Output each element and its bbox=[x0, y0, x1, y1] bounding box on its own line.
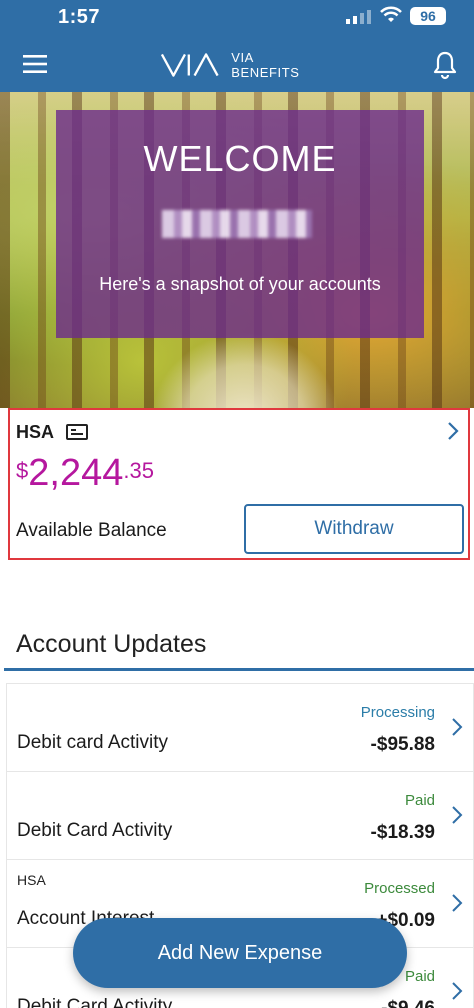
chevron-right-icon bbox=[452, 806, 463, 824]
item-category: HSA bbox=[17, 872, 46, 888]
via-benefits-logo: VIA BENEFITS bbox=[160, 50, 322, 80]
account-type: HSA bbox=[16, 422, 55, 442]
welcome-title: WELCOME bbox=[143, 138, 337, 179]
withdraw-button[interactable]: Withdraw bbox=[244, 504, 464, 554]
available-balance-amount: $2,244.35 bbox=[16, 452, 154, 495]
user-name-redacted bbox=[162, 210, 312, 238]
item-status: Processed bbox=[364, 880, 435, 897]
add-new-expense-button[interactable]: Add New Expense bbox=[73, 918, 407, 988]
battery-icon: 96 bbox=[410, 7, 446, 25]
via-logo-mark-icon bbox=[160, 53, 219, 77]
welcome-panel: WELCOME Here's a snapshot of your accoun… bbox=[56, 110, 424, 338]
item-description: Debit Card Activity bbox=[17, 820, 173, 841]
brand-name: VIA BENEFITS bbox=[231, 50, 300, 80]
status-time: 1:57 bbox=[58, 6, 101, 28]
item-amount: -$18.39 bbox=[370, 822, 435, 843]
item-amount: -$95.88 bbox=[370, 734, 435, 755]
item-status: Paid bbox=[404, 792, 435, 809]
currency-symbol: $ bbox=[16, 458, 29, 483]
status-bar: 1:57 96 bbox=[0, 0, 474, 36]
notifications-bell-icon[interactable] bbox=[432, 50, 458, 80]
account-updates-heading: Account Updates bbox=[16, 630, 207, 658]
app-header: 1:57 96 VIA BENEFITS bbox=[0, 0, 474, 92]
chevron-right-icon bbox=[452, 718, 463, 736]
section-divider bbox=[4, 668, 474, 671]
item-description: Debit card Activity bbox=[17, 732, 168, 753]
list-item[interactable]: Debit card Activity Processing -$95.88 bbox=[6, 683, 474, 771]
chevron-right-icon bbox=[452, 982, 463, 1000]
balance-whole: 2,244 bbox=[28, 452, 124, 494]
item-description: Debit Card Activity bbox=[17, 996, 173, 1008]
forest-path-decoration bbox=[150, 332, 340, 408]
item-amount: -$9.46 bbox=[381, 998, 435, 1008]
chevron-right-icon[interactable] bbox=[446, 420, 460, 442]
available-balance-label: Available Balance bbox=[16, 520, 167, 541]
wifi-icon bbox=[380, 6, 402, 22]
welcome-subtitle: Here's a snapshot of your accounts bbox=[99, 274, 381, 294]
item-status: Processing bbox=[360, 704, 435, 721]
id-card-icon bbox=[66, 424, 88, 440]
welcome-hero: WELCOME Here's a snapshot of your accoun… bbox=[0, 92, 474, 408]
chevron-right-icon bbox=[452, 894, 463, 912]
app-bar: VIA BENEFITS bbox=[0, 36, 474, 92]
cellular-signal-icon bbox=[346, 10, 371, 24]
hamburger-menu-icon[interactable] bbox=[20, 50, 50, 78]
list-item[interactable]: Debit Card Activity Paid -$18.39 bbox=[6, 771, 474, 859]
hsa-account-card[interactable]: HSA $2,244.35 Available Balance Withdraw bbox=[8, 408, 470, 560]
item-status: Paid bbox=[404, 968, 435, 985]
balance-cents: .35 bbox=[123, 458, 154, 483]
